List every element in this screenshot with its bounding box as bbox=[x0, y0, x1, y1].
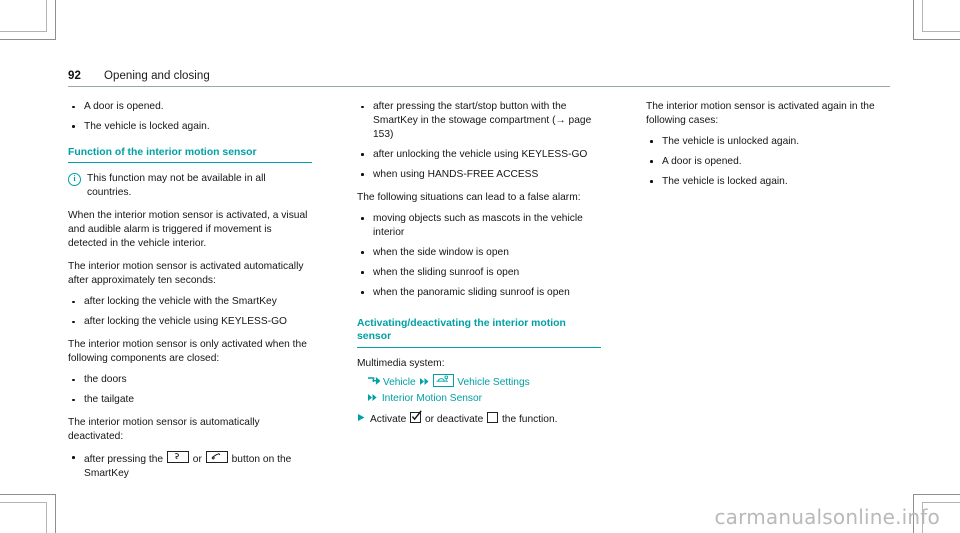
content-columns: A door is opened. The vehicle is locked … bbox=[68, 100, 890, 490]
middle-paragraph-1: The following situations can lead to a f… bbox=[357, 191, 581, 203]
nav-item-interior-motion-sensor[interactable]: Interior Motion Sensor bbox=[382, 393, 482, 404]
left-paragraph-4: The interior motion sensor is automatica… bbox=[68, 417, 260, 443]
right-paragraph-1: The interior motion sensor is activated … bbox=[646, 101, 875, 126]
left-bullet-list-3: the doors the tailgate bbox=[68, 373, 312, 407]
heading-activating-deactivating-interior-motion-sensor: Activating/deactivating the interior mot… bbox=[357, 317, 601, 348]
left-paragraph-2: The interior motion sensor is activated … bbox=[68, 261, 304, 287]
page-header-row: 92 Opening and closing bbox=[68, 70, 890, 86]
double-chevron-right-icon bbox=[367, 392, 379, 407]
info-note-text: This function may not be available in al… bbox=[87, 173, 266, 199]
action-step-activate-deactivate: Activate or deactivate the function. bbox=[357, 410, 601, 427]
action-text-middle: or deactivate bbox=[424, 414, 484, 426]
deactivate-text-before: after pressing the bbox=[84, 453, 164, 465]
action-text-after: the function. bbox=[501, 414, 558, 426]
list-item: when using HANDS-FREE ACCESS bbox=[357, 168, 601, 182]
list-item-deactivate: after pressing the or button on the Smar… bbox=[68, 450, 312, 481]
action-text-before: Activate bbox=[370, 414, 407, 426]
right-column: The interior motion sensor is activated … bbox=[646, 100, 890, 490]
middle-bullet-list-1: after pressing the start/stop button wit… bbox=[357, 100, 601, 182]
list-item: moving objects such as mascots in the ve… bbox=[357, 212, 601, 240]
list-item: when the panoramic sliding sunroof is op… bbox=[357, 286, 601, 300]
list-item: after locking the vehicle using KEYLESS-… bbox=[68, 315, 312, 329]
list-item: after pressing the start/stop button wit… bbox=[357, 100, 601, 142]
left-bullet-list-4: after pressing the or button on the Smar… bbox=[68, 450, 312, 481]
page-number: 92 bbox=[68, 70, 81, 82]
nav-path-segment-vehicle-settings[interactable]: Vehicle Settings bbox=[433, 373, 530, 388]
info-circle-icon: i bbox=[68, 173, 81, 187]
nav-item-vehicle[interactable]: Vehicle bbox=[383, 377, 416, 388]
right-bullet-list-1: The vehicle is unlocked again. A door is… bbox=[646, 135, 890, 189]
header-rule bbox=[68, 86, 890, 87]
left-paragraph-3: The interior motion sensor is only activ… bbox=[68, 339, 307, 365]
nav-path-segment-vehicle[interactable]: Vehicle bbox=[367, 377, 419, 388]
triangle-right-icon bbox=[357, 413, 370, 424]
multimedia-system-label: Multimedia system: bbox=[357, 357, 445, 369]
action-step-text: Activate or deactivate the function. bbox=[370, 410, 601, 427]
smartkey-unlock-button-icon bbox=[205, 450, 228, 463]
middle-column: after pressing the start/stop button wit… bbox=[357, 100, 601, 490]
list-item: the doors bbox=[68, 373, 312, 387]
heading-function-of-interior-motion-sensor: Function of the interior motion sensor bbox=[68, 146, 312, 164]
middle-bullet-list-2: moving objects such as mascots in the ve… bbox=[357, 212, 601, 300]
double-chevron-right-icon bbox=[419, 376, 431, 391]
left-column: A door is opened. The vehicle is locked … bbox=[68, 100, 312, 490]
deactivate-text-middle: or bbox=[192, 453, 202, 465]
page-header: 92 Opening and closing bbox=[68, 70, 890, 87]
smartkey-lock-button-icon bbox=[166, 450, 189, 463]
list-item: when the sliding sunroof is open bbox=[357, 266, 601, 280]
section-title: Opening and closing bbox=[104, 70, 210, 82]
navigation-path: Vehicle Vehicle Settings Interior Motion… bbox=[357, 373, 601, 408]
left-paragraph-1: When the interior motion sensor is activ… bbox=[68, 210, 308, 250]
list-item: after locking the vehicle with the Smart… bbox=[68, 295, 312, 309]
menu-entry-arrow-icon bbox=[367, 376, 381, 391]
checkbox-checked-icon[interactable] bbox=[410, 410, 422, 424]
list-item: the tailgate bbox=[68, 393, 312, 407]
info-note: i This function may not be available in … bbox=[68, 172, 312, 200]
list-item: The vehicle is locked again. bbox=[68, 120, 312, 134]
list-item: after unlocking the vehicle using KEYLES… bbox=[357, 148, 601, 162]
list-item: The vehicle is unlocked again. bbox=[646, 135, 890, 149]
list-item: when the side window is open bbox=[357, 246, 601, 260]
site-watermark: carmanualsonline.info bbox=[714, 505, 940, 529]
list-item: A door is opened. bbox=[68, 100, 312, 114]
checkbox-empty-icon[interactable] bbox=[487, 412, 499, 424]
left-bullet-list-2: after locking the vehicle with the Smart… bbox=[68, 295, 312, 329]
left-top-bullet-list: A door is opened. The vehicle is locked … bbox=[68, 100, 312, 134]
list-item: The vehicle is locked again. bbox=[646, 175, 890, 189]
list-item: A door is opened. bbox=[646, 155, 890, 169]
nav-item-vehicle-settings[interactable]: Vehicle Settings bbox=[457, 377, 530, 388]
vehicle-settings-car-icon bbox=[433, 373, 455, 387]
